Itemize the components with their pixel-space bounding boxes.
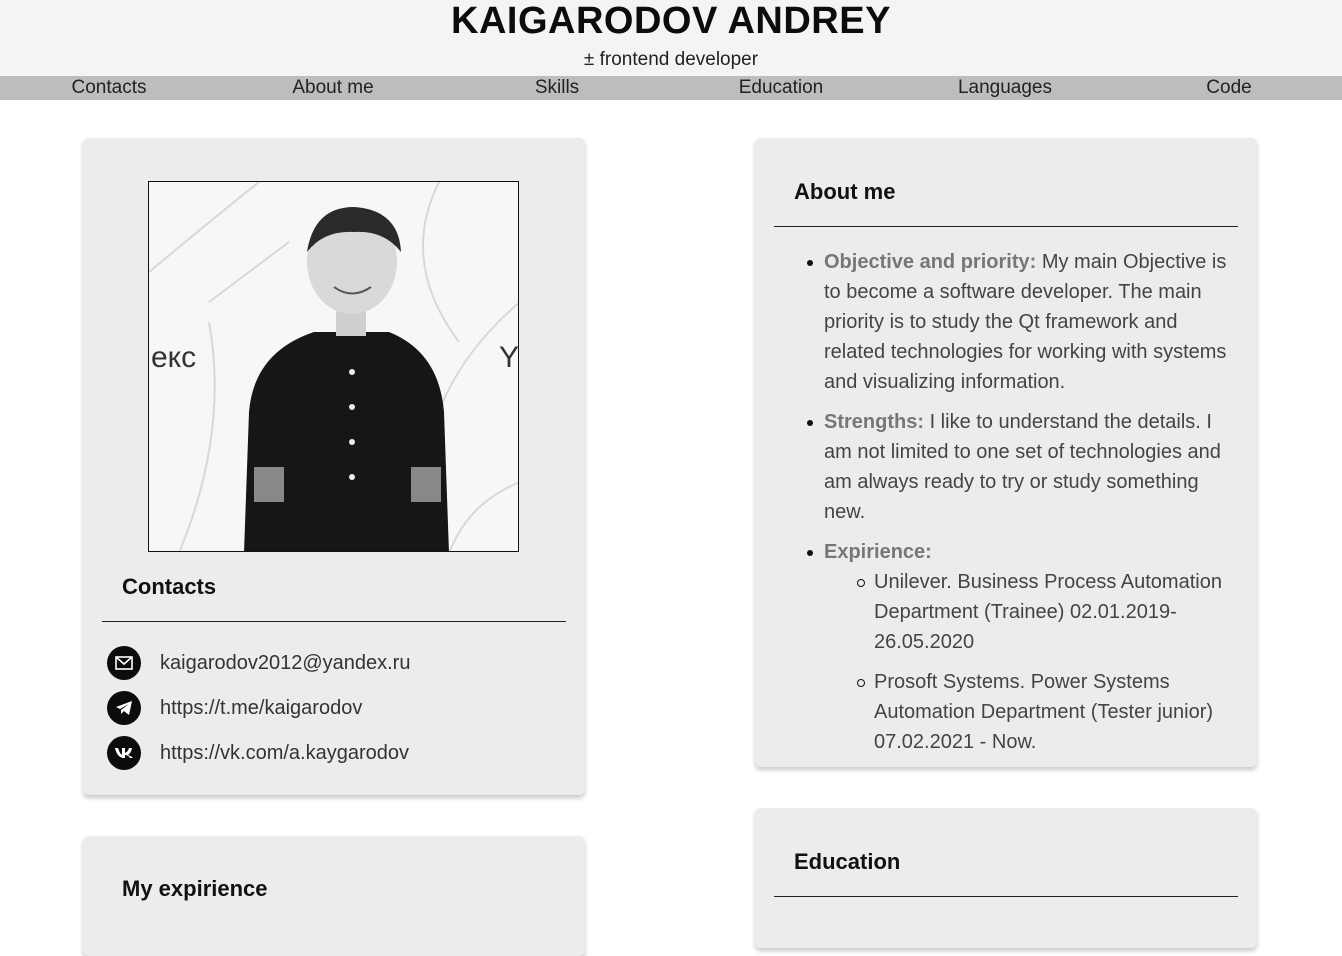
contact-telegram-row[interactable]: https://t.me/kaigarodov [107, 691, 362, 725]
page-header: KAIGARODOV ANDREY ± frontend developer [0, 0, 1342, 76]
experience-card: My expirience [83, 836, 585, 956]
nav-item-code[interactable]: Code [1117, 76, 1341, 100]
objective-label: Objective and priority: [824, 251, 1037, 273]
telegram-icon [107, 691, 141, 725]
contact-telegram[interactable]: https://t.me/kaigarodov [160, 697, 362, 720]
contact-email-row[interactable]: kaigarodov2012@yandex.ru [107, 646, 410, 680]
contact-email[interactable]: kaigarodov2012@yandex.ru [160, 652, 410, 675]
contact-vk[interactable]: https://vk.com/a.kaygarodov [160, 742, 409, 765]
about-card: About me Objective and priority: My main… [755, 138, 1257, 767]
about-item-experience: Expirience: Unilever. Business Process A… [807, 537, 1244, 757]
contacts-card: екс Y Contacts kaigarodov2012@yandex.ru … [83, 138, 585, 795]
experience-item: Prosoft Systems. Power Systems Automatio… [857, 667, 1244, 757]
about-divider [774, 226, 1238, 227]
about-list: Objective and priority: My main Objectiv… [807, 247, 1244, 767]
experience-label: Expirience: [824, 541, 932, 563]
page-subtitle: ± frontend developer [583, 49, 759, 70]
vk-icon [107, 736, 141, 770]
about-item-strengths: Strengths: I like to understand the deta… [807, 407, 1244, 527]
experience-title: My expirience [122, 876, 268, 901]
education-card: Education [755, 808, 1257, 948]
about-item-objective: Objective and priority: My main Objectiv… [807, 247, 1244, 397]
education-divider [774, 896, 1238, 897]
nav-item-skills[interactable]: Skills [445, 76, 669, 100]
strengths-label: Strengths: [824, 411, 924, 433]
experience-item: Unilever. Business Process Automation De… [857, 567, 1244, 657]
photo-backdrop-text-left: екс [151, 341, 196, 374]
contacts-divider [102, 621, 566, 622]
contact-vk-row[interactable]: https://vk.com/a.kaygarodov [107, 736, 409, 770]
photo-backdrop-text-right: Y [499, 341, 519, 374]
nav-item-contacts[interactable]: Contacts [0, 76, 221, 100]
top-nav: Contacts About me Skills Education Langu… [0, 76, 1342, 100]
mail-icon [107, 646, 141, 680]
about-title: About me [794, 179, 896, 204]
page-title: KAIGARODOV ANDREY [451, 0, 891, 42]
contacts-title: Contacts [122, 574, 217, 599]
profile-photo: екс Y [148, 181, 519, 552]
experience-sublist: Unilever. Business Process Automation De… [857, 567, 1244, 757]
nav-item-education[interactable]: Education [669, 76, 893, 100]
nav-item-about-me[interactable]: About me [221, 76, 445, 100]
nav-item-languages[interactable]: Languages [893, 76, 1117, 100]
education-title: Education [794, 849, 901, 874]
